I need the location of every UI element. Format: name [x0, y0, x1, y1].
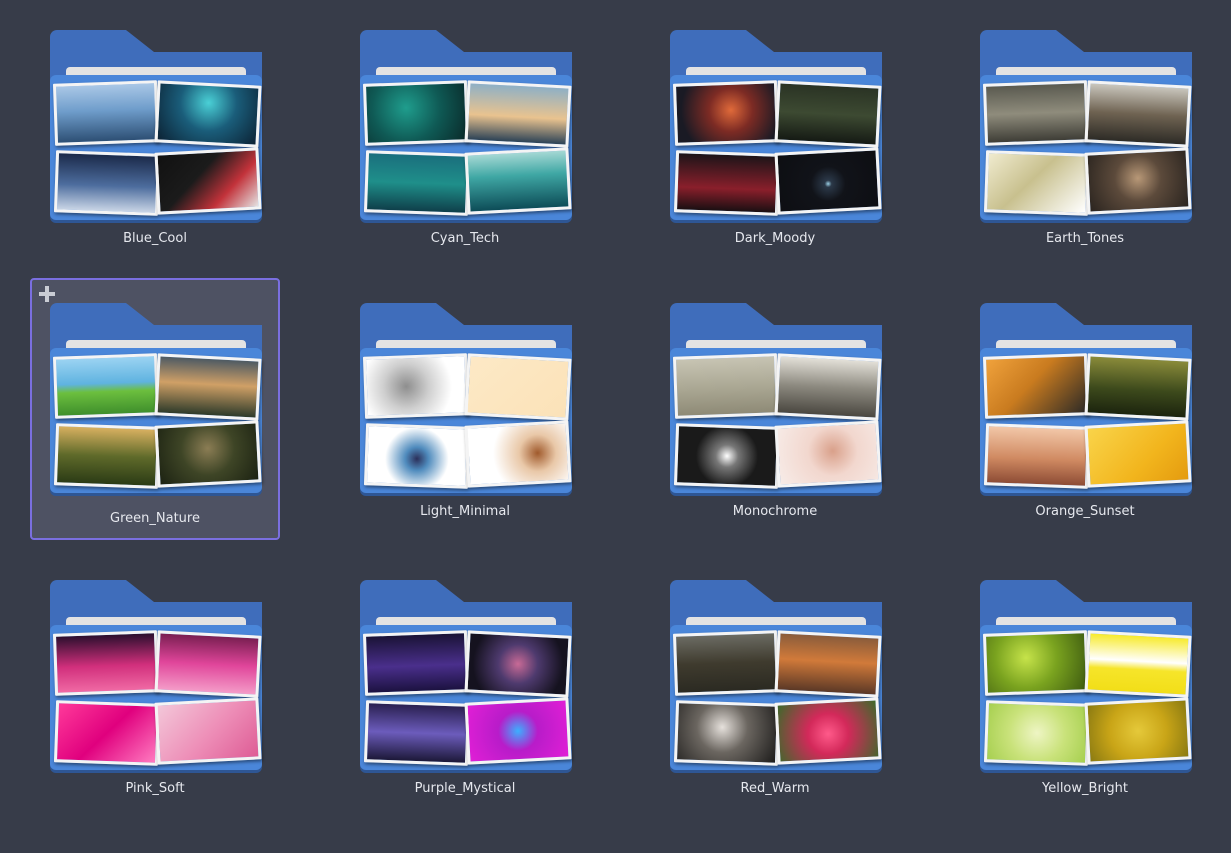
- folder-tile[interactable]: Blue_Cool: [30, 5, 280, 267]
- folder-icon: [670, 30, 882, 222]
- folder-label: Blue_Cool: [123, 231, 187, 246]
- folder-tile[interactable]: Pink_Soft: [30, 555, 280, 817]
- folder-label: Pink_Soft: [125, 781, 185, 796]
- folder-icon: [360, 30, 572, 222]
- add-icon[interactable]: [39, 286, 55, 302]
- thumbnail-image: [154, 420, 262, 488]
- thumbnail-image: [464, 697, 572, 765]
- folder-tile[interactable]: Monochrome: [650, 278, 900, 540]
- thumbnail-image: [464, 630, 572, 698]
- thumbnail-image: [464, 147, 572, 215]
- thumbnail-image: [673, 700, 781, 766]
- thumbnail-image: [362, 353, 470, 419]
- folder-tile[interactable]: Purple_Mystical: [340, 555, 590, 817]
- thumbnail-image: [464, 353, 572, 421]
- thumbnail-image: [154, 80, 262, 148]
- thumbnail-image: [363, 423, 471, 489]
- thumbnail-image: [1084, 420, 1192, 488]
- thumbnail-image: [673, 423, 781, 489]
- folder-label: Red_Warm: [740, 781, 810, 796]
- thumbnail-image: [983, 423, 1091, 489]
- thumbnail-image: [363, 150, 471, 216]
- folder-icon: [980, 580, 1192, 772]
- thumbnail-image: [154, 353, 262, 421]
- folder-tile[interactable]: Earth_Tones: [960, 5, 1210, 267]
- thumbnail-image: [982, 80, 1090, 146]
- folder-label: Yellow_Bright: [1042, 781, 1128, 796]
- thumbnail-image: [362, 80, 470, 146]
- folder-tile[interactable]: Orange_Sunset: [960, 278, 1210, 540]
- thumbnail-image: [1084, 147, 1192, 215]
- thumbnail-image: [1084, 80, 1192, 148]
- thumbnail-image: [52, 353, 160, 419]
- folder-label: Dark_Moody: [734, 231, 816, 246]
- thumbnail-image: [1084, 630, 1192, 698]
- folder-label: Light_Minimal: [420, 504, 510, 519]
- folder-label: Orange_Sunset: [1035, 504, 1135, 519]
- thumbnail-image: [774, 353, 882, 421]
- thumbnail-image: [362, 630, 470, 696]
- thumbnail-image: [53, 423, 161, 489]
- thumbnail-image: [774, 697, 882, 765]
- folder-label: Monochrome: [732, 504, 818, 519]
- thumbnail-image: [1084, 353, 1192, 421]
- thumbnail-image: [1084, 697, 1192, 765]
- thumbnail-image: [774, 80, 882, 148]
- folder-tile[interactable]: Dark_Moody: [650, 5, 900, 267]
- folder-icon: [360, 303, 572, 495]
- folder-tile[interactable]: Cyan_Tech: [340, 5, 590, 267]
- thumbnail-image: [983, 150, 1091, 216]
- folder-grid: Blue_Cool Cyan_Tech Dark_Moody Earth_Tones G…: [0, 0, 1231, 853]
- thumbnail-image: [52, 630, 160, 696]
- thumbnail-image: [774, 147, 882, 215]
- folder-icon: [50, 580, 262, 772]
- thumbnail-image: [154, 147, 262, 215]
- folder-icon: [360, 580, 572, 772]
- folder-tile[interactable]: Red_Warm: [650, 555, 900, 817]
- thumbnail-image: [673, 150, 781, 216]
- folder-label: Cyan_Tech: [430, 231, 500, 246]
- folder-tile[interactable]: Yellow_Bright: [960, 555, 1210, 817]
- folder-icon: [670, 580, 882, 772]
- folder-tile[interactable]: Light_Minimal: [340, 278, 590, 540]
- folder-tile[interactable]: Green_Nature: [30, 278, 280, 540]
- folder-label: Purple_Mystical: [414, 781, 516, 796]
- thumbnail-image: [363, 700, 471, 766]
- thumbnail-image: [774, 630, 882, 698]
- thumbnail-image: [982, 353, 1090, 419]
- thumbnail-image: [774, 420, 882, 488]
- thumbnail-image: [53, 700, 161, 766]
- folder-icon: [50, 303, 262, 495]
- thumbnail-image: [672, 80, 780, 146]
- thumbnail-image: [464, 420, 572, 488]
- folder-label: Green_Nature: [110, 511, 200, 526]
- thumbnail-image: [53, 150, 161, 216]
- folder-label: Earth_Tones: [1045, 231, 1125, 246]
- folder-icon: [980, 30, 1192, 222]
- folder-icon: [670, 303, 882, 495]
- thumbnail-image: [983, 700, 1091, 766]
- thumbnail-image: [672, 630, 780, 696]
- thumbnail-image: [154, 697, 262, 765]
- thumbnail-image: [672, 353, 780, 419]
- folder-icon: [50, 30, 262, 222]
- thumbnail-image: [154, 630, 262, 698]
- folder-icon: [980, 303, 1192, 495]
- thumbnail-image: [52, 80, 160, 146]
- thumbnail-image: [982, 630, 1090, 696]
- thumbnail-image: [464, 80, 572, 148]
